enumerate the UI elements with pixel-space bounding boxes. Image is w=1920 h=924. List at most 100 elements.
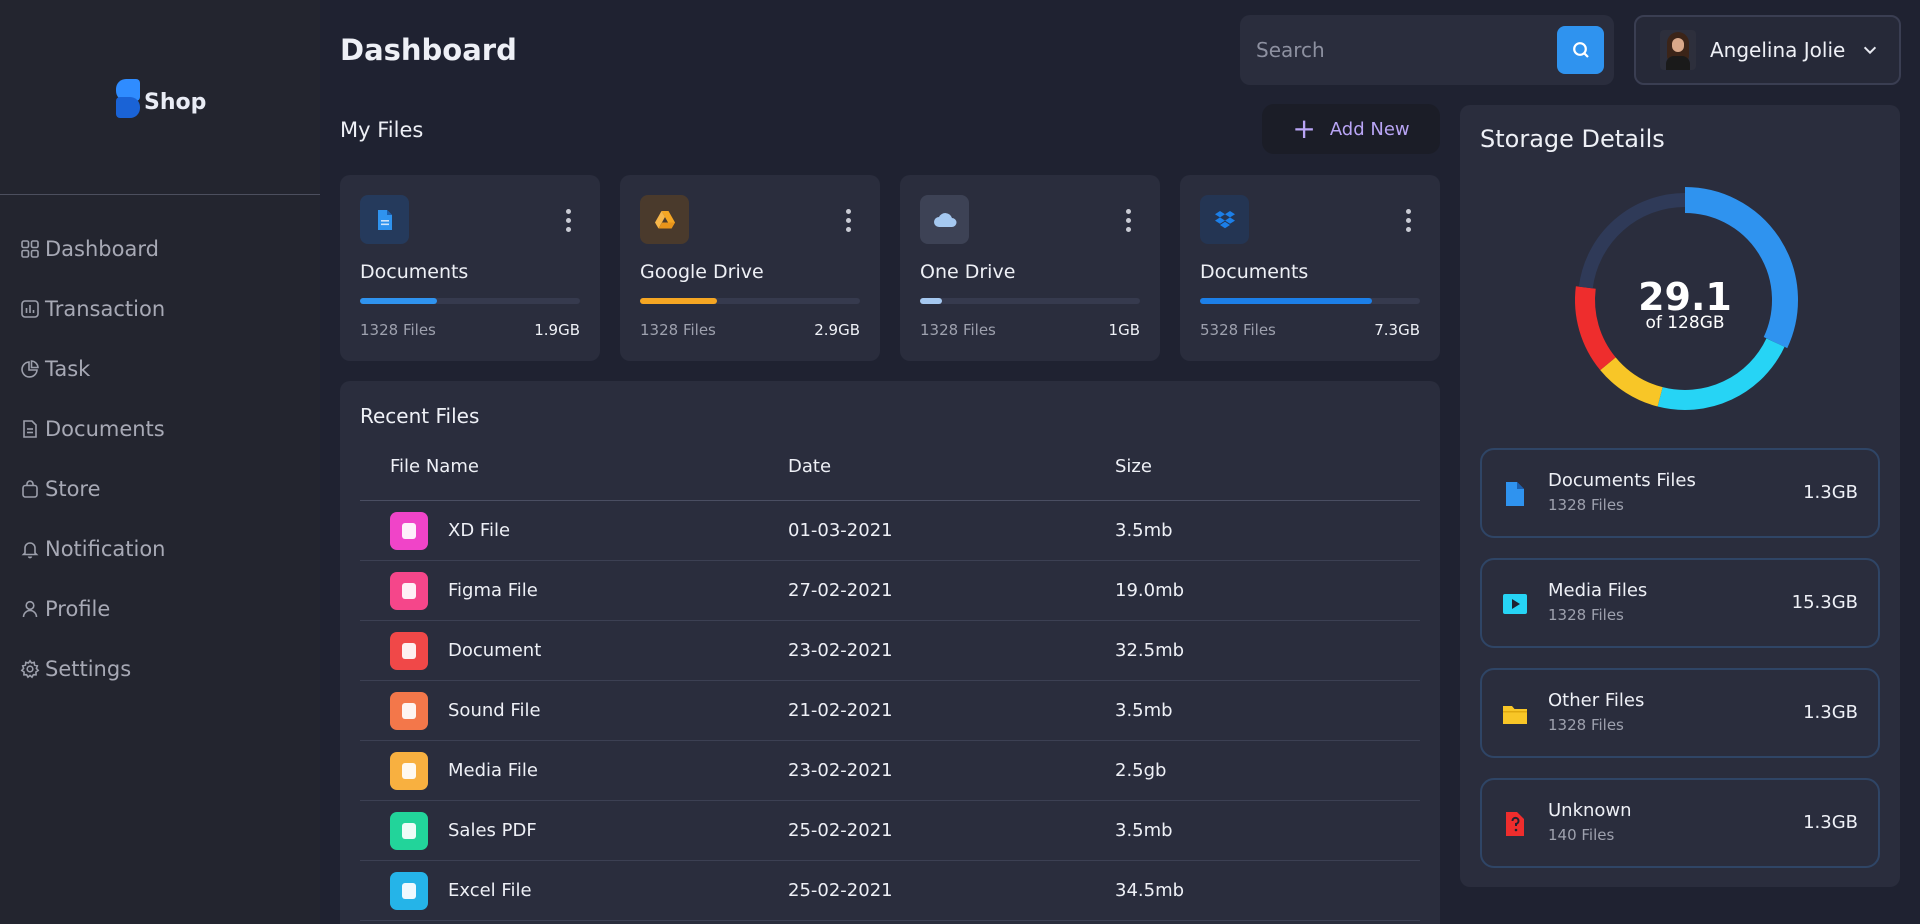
sidebar-item-documents[interactable]: Documents <box>20 399 166 459</box>
storage-item-count: 1328 Files <box>1548 606 1624 624</box>
card-file-count: 1328 Files <box>360 321 436 339</box>
user-menu[interactable]: Angelina Jolie <box>1634 15 1901 85</box>
card-progress <box>640 298 860 304</box>
file-card-one-drive[interactable]: One Drive 1328 Files 1GB <box>900 175 1160 361</box>
search-input[interactable] <box>1256 32 1536 68</box>
card-progress <box>1200 298 1420 304</box>
storage-total-label: of 128GB <box>1645 313 1725 333</box>
file-name: Excel File <box>448 880 532 901</box>
file-name: Figma File <box>448 580 538 601</box>
gear-icon <box>20 659 40 679</box>
chart-icon <box>21 300 39 318</box>
table-row[interactable]: XD File 01-03-2021 3.5mb <box>360 501 1420 561</box>
file-size: 34.5mb <box>1115 880 1185 901</box>
sidebar-item-transaction[interactable]: Transaction <box>20 279 166 339</box>
card-progress-fill <box>1200 298 1372 304</box>
table-row[interactable]: Media File 23-02-2021 2.5gb <box>360 741 1420 801</box>
table-row[interactable]: Figma File 27-02-2021 19.0mb <box>360 561 1420 621</box>
logo-mark-icon <box>116 79 142 119</box>
card-size: 1.9GB <box>534 321 580 339</box>
file-card-documents[interactable]: Documents 1328 Files 1.9GB <box>340 175 600 361</box>
storage-item-count: 140 Files <box>1548 826 1615 844</box>
storage-item-count: 1328 Files <box>1548 496 1624 514</box>
sidebar-item-profile[interactable]: Profile <box>20 579 166 639</box>
sidebar-item-settings[interactable]: Settings <box>20 639 166 699</box>
card-size: 2.9GB <box>814 321 860 339</box>
bell-icon <box>21 542 39 559</box>
file-date: 27-02-2021 <box>788 580 893 601</box>
search-button[interactable] <box>1557 26 1604 74</box>
storage-item-media[interactable]: Media Files 1328 Files 15.3GB <box>1480 558 1880 648</box>
donut-segment <box>1600 357 1663 407</box>
sidebar-item-task[interactable]: Task <box>20 339 166 399</box>
storage-item-documents[interactable]: Documents Files 1328 Files 1.3GB <box>1480 448 1880 538</box>
column-header-file-name[interactable]: File Name <box>390 456 479 477</box>
column-header-size[interactable]: Size <box>1115 456 1152 477</box>
more-options-icon[interactable] <box>1406 209 1412 232</box>
table-row[interactable]: Excel File 25-02-2021 34.5mb <box>360 861 1420 921</box>
sidebar-item-notification[interactable]: Notification <box>20 519 166 579</box>
unknown-file-icon <box>1506 812 1524 836</box>
column-header-date[interactable]: Date <box>788 456 831 477</box>
storage-item-name: Media Files <box>1548 580 1648 601</box>
file-type-icon <box>390 692 428 730</box>
table-row[interactable]: Sales PDF 25-02-2021 3.5mb <box>360 801 1420 861</box>
logo[interactable]: Shop <box>116 79 206 119</box>
file-size: 3.5mb <box>1115 520 1173 541</box>
document-icon <box>23 420 37 438</box>
card-progress-fill <box>640 298 717 304</box>
sidebar-item-label: Documents <box>45 417 165 441</box>
file-name: Sound File <box>448 700 541 721</box>
card-size: 7.3GB <box>1374 321 1420 339</box>
storage-item-size: 1.3GB <box>1803 812 1858 833</box>
file-type-icon <box>390 512 428 550</box>
storage-item-size: 1.3GB <box>1803 482 1858 503</box>
card-progress-fill <box>360 298 437 304</box>
storage-item-name: Other Files <box>1548 690 1645 711</box>
sidebar-item-label: Notification <box>45 537 166 561</box>
add-new-label: Add New <box>1329 118 1410 140</box>
file-date: 23-02-2021 <box>788 640 893 661</box>
card-progress <box>360 298 580 304</box>
add-new-button[interactable]: + Add New <box>1262 104 1440 154</box>
storage-item-count: 1328 Files <box>1548 716 1624 734</box>
storage-item-unknown[interactable]: Unknown 140 Files 1.3GB <box>1480 778 1880 868</box>
logo-text: Shop <box>144 89 207 115</box>
more-options-icon[interactable] <box>1126 209 1132 232</box>
recent-files-panel: Recent Files File Name Date Size XD File… <box>340 381 1440 924</box>
file-card-dropbox[interactable]: Documents 5328 Files 7.3GB <box>1180 175 1440 361</box>
card-title: Documents <box>1200 261 1309 283</box>
avatar <box>1660 30 1696 70</box>
file-size: 2.5gb <box>1115 760 1167 781</box>
file-card-google-drive[interactable]: Google Drive 1328 Files 2.9GB <box>620 175 880 361</box>
more-options-icon[interactable] <box>846 209 852 232</box>
card-icon-box <box>360 195 409 244</box>
card-size: 1GB <box>1108 321 1140 339</box>
storage-item-size: 15.3GB <box>1791 592 1858 613</box>
file-date: 01-03-2021 <box>788 520 893 541</box>
file-date: 21-02-2021 <box>788 700 893 721</box>
file-type-icon <box>390 812 428 850</box>
card-progress <box>920 298 1140 304</box>
sidebar-item-label: Dashboard <box>45 237 159 261</box>
more-options-icon[interactable] <box>566 209 572 232</box>
card-file-count: 5328 Files <box>1200 321 1276 339</box>
sidebar-item-store[interactable]: Store <box>20 459 166 519</box>
page-title: Dashboard <box>340 33 517 67</box>
file-name: Sales PDF <box>448 820 537 841</box>
storage-item-other[interactable]: Other Files 1328 Files 1.3GB <box>1480 668 1880 758</box>
sidebar: Shop Dashboard Transaction Task Document… <box>0 0 320 924</box>
pie-icon <box>21 360 39 378</box>
file-type-icon <box>390 752 428 790</box>
table-row[interactable]: Document 23-02-2021 32.5mb <box>360 621 1420 681</box>
media-icon <box>1503 594 1527 614</box>
card-icon-box <box>920 195 969 244</box>
storage-title: Storage Details <box>1480 125 1665 153</box>
sidebar-item-dashboard[interactable]: Dashboard <box>20 219 166 279</box>
file-name: Document <box>448 640 542 661</box>
storage-item-name: Unknown <box>1548 800 1632 821</box>
sidebar-nav: Dashboard Transaction Task Documents Sto… <box>20 219 166 699</box>
table-row[interactable]: Sound File 21-02-2021 3.5mb <box>360 681 1420 741</box>
user-name: Angelina Jolie <box>1710 38 1846 62</box>
search-icon <box>1572 42 1589 58</box>
